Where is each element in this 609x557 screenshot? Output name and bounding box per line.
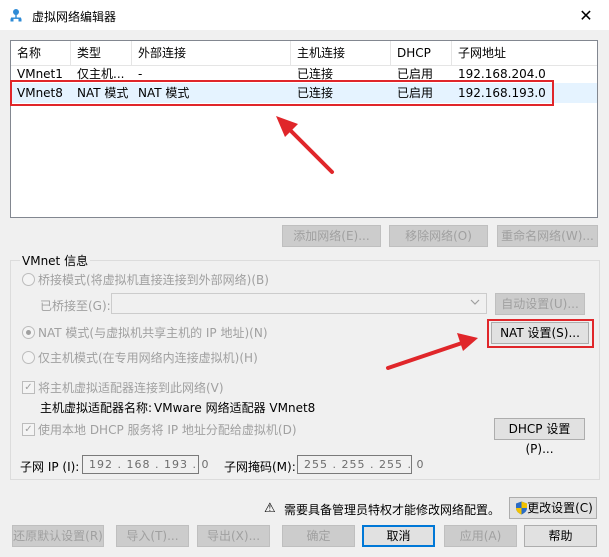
column-header-external[interactable]: 外部连接	[132, 41, 291, 65]
column-header-subnet[interactable]: 子网地址	[452, 41, 597, 65]
close-icon: ✕	[579, 5, 593, 25]
column-header-name[interactable]: 名称	[11, 41, 71, 65]
use-dhcp-label: 使用本地 DHCP 服务将 IP 地址分配给虚拟机(D)	[38, 423, 297, 437]
chevron-down-icon	[470, 299, 480, 305]
subnet-ip-label: 子网 IP (I):	[20, 460, 80, 474]
export-button[interactable]: 导出(X)...	[197, 525, 270, 547]
rename-network-button[interactable]: 重命名网络(W)...	[497, 225, 598, 247]
network-list[interactable]: 名称 类型 外部连接 主机连接 DHCP 子网地址 VMnet1 仅主机... …	[10, 40, 598, 218]
connect-adapter-label: 将主机虚拟适配器连接到此网络(V)	[38, 381, 224, 395]
column-header-type[interactable]: 类型	[71, 41, 132, 65]
change-settings-label: 更改设置(C)	[527, 501, 593, 515]
network-list-header: 名称 类型 外部连接 主机连接 DHCP 子网地址	[11, 41, 597, 66]
subnet-ip-input[interactable]: 192 . 168 . 193 . 0	[82, 455, 208, 474]
bridge-mode-label: 桥接模式(将虚拟机直接连接到外部网络)(B)	[38, 273, 269, 287]
change-settings-button[interactable]: 更改设置(C)	[509, 497, 597, 519]
column-header-host[interactable]: 主机连接	[291, 41, 391, 65]
host-only-radio[interactable]	[22, 351, 35, 364]
uac-shield-icon	[516, 501, 527, 515]
nat-mode-radio[interactable]	[22, 326, 35, 339]
network-app-icon	[10, 9, 22, 22]
virtual-network-editor-window: 虚拟网络编辑器 ✕ 名称 类型 外部连接 主机连接 DHCP 子网地址 VMne…	[0, 0, 609, 557]
title-bar: 虚拟网络编辑器 ✕	[0, 0, 609, 30]
bridged-to-select[interactable]	[111, 293, 487, 314]
admin-notice-text: 需要具备管理员特权才能修改网络配置。	[284, 503, 501, 517]
dhcp-settings-button[interactable]: DHCP 设置(P)...	[494, 418, 585, 456]
column-header-dhcp[interactable]: DHCP	[391, 41, 452, 65]
nat-mode-label: NAT 模式(与虚拟机共享主机的 IP 地址)(N)	[38, 326, 268, 340]
apply-button[interactable]: 应用(A)	[444, 525, 517, 547]
adapter-name-label: 主机虚拟适配器名称:	[40, 401, 153, 415]
bridge-mode-radio[interactable]	[22, 273, 35, 286]
checkmark-icon: ✓	[24, 424, 33, 435]
ok-button[interactable]: 确定	[282, 525, 355, 547]
auto-settings-button[interactable]: 自动设置(U)...	[495, 293, 585, 315]
vmnet-info-label: VMnet 信息	[20, 252, 91, 269]
adapter-name-value: VMware 网络适配器 VMnet8	[154, 401, 316, 415]
close-button[interactable]: ✕	[563, 0, 609, 30]
nat-settings-button[interactable]: NAT 设置(S)...	[491, 322, 589, 344]
help-button[interactable]: 帮助	[524, 525, 597, 547]
restore-defaults-button[interactable]: 还原默认设置(R)	[12, 525, 104, 547]
remove-network-button[interactable]: 移除网络(O)	[389, 225, 488, 247]
cancel-button[interactable]: 取消	[362, 525, 435, 547]
host-only-label: 仅主机模式(在专用网络内连接虚拟机)(H)	[38, 351, 258, 365]
subnet-mask-input[interactable]: 255 . 255 . 255 . 0	[297, 455, 423, 474]
checkmark-icon: ✓	[24, 382, 33, 393]
warning-icon: ⚠	[264, 501, 276, 516]
connect-adapter-checkbox[interactable]: ✓	[22, 381, 35, 394]
window-title: 虚拟网络编辑器	[32, 10, 117, 24]
bridged-to-label: 已桥接至(G):	[40, 299, 111, 313]
add-network-button[interactable]: 添加网络(E)...	[282, 225, 381, 247]
subnet-mask-label: 子网掩码(M):	[224, 460, 296, 474]
import-button[interactable]: 导入(T)...	[116, 525, 189, 547]
highlight-box-vmnet8	[10, 80, 554, 106]
use-dhcp-checkbox[interactable]: ✓	[22, 423, 35, 436]
